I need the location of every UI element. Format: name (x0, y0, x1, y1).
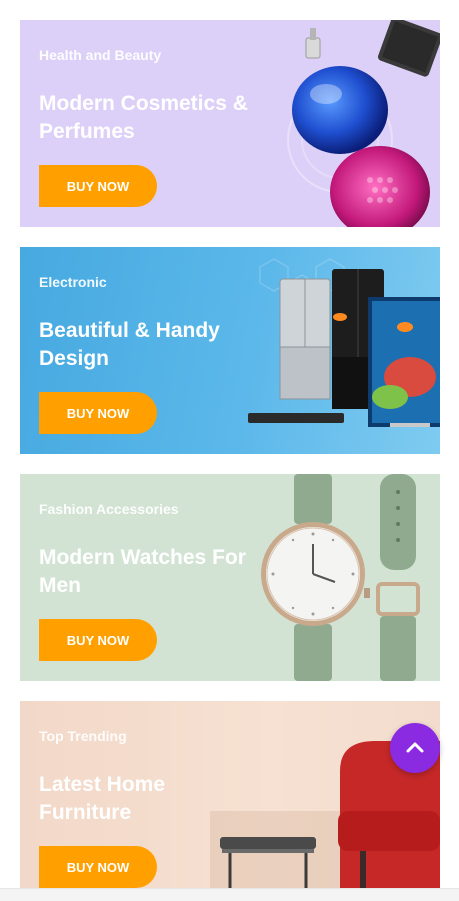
banner-electronic[interactable]: Electronic Beautiful & Handy Design BUY … (20, 247, 440, 454)
bottom-bar (0, 888, 459, 901)
watch-image (261, 474, 420, 681)
scroll-to-top-button[interactable] (390, 723, 440, 773)
banner-cosmetics[interactable]: Health and Beauty Modern Cosmetics & Per… (20, 20, 440, 227)
banner-tag: Health and Beauty (39, 47, 162, 63)
perfume-image (287, 20, 440, 227)
buy-now-button[interactable]: BUY NOW (39, 846, 157, 888)
appliances-image (248, 258, 440, 427)
buy-now-button[interactable]: BUY NOW (39, 619, 157, 661)
banner-title: Modern Watches For Men (39, 546, 246, 597)
buy-now-button[interactable]: BUY NOW (39, 165, 157, 207)
banner-title: Beautiful & Handy Design (39, 319, 220, 370)
banner-title: Modern Cosmetics & Perfumes (39, 92, 248, 143)
buy-now-button[interactable]: BUY NOW (39, 392, 157, 434)
banner-tag: Top Trending (39, 728, 127, 744)
banner-furniture[interactable]: Top Trending Latest Home Furniture BUY N… (20, 701, 440, 888)
banner-tag: Fashion Accessories (39, 501, 179, 517)
banner-watches[interactable]: Fashion Accessories Modern Watches For M… (20, 474, 440, 681)
banner-tag: Electronic (39, 274, 107, 290)
chevron-up-icon (406, 742, 424, 753)
